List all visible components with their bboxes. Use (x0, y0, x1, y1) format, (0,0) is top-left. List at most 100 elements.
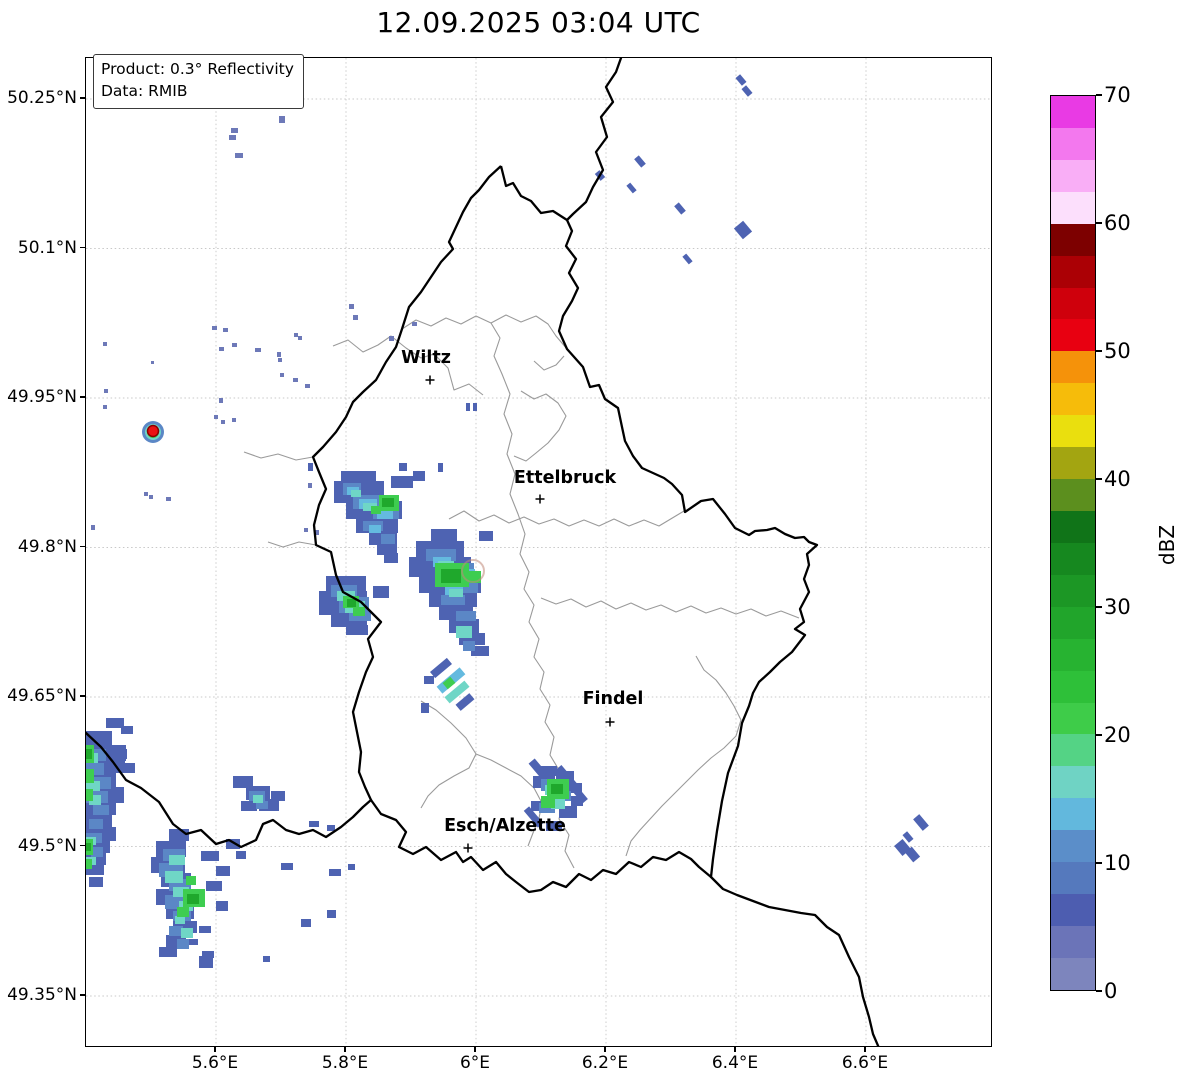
y-tick-mark (80, 396, 85, 398)
radar-echo-cell (175, 916, 185, 924)
x-tick-label: 6.2°E (581, 1053, 629, 1073)
radar-echo-cell (86, 859, 92, 869)
radar-echo-cell (353, 315, 358, 320)
data-source-line: Data: RMIB (101, 82, 188, 101)
radar-echo-cell (216, 901, 228, 911)
colorbar-segment (1051, 510, 1095, 543)
radar-echo-cell (305, 384, 310, 388)
radar-echo-cell (293, 378, 298, 382)
radar-echo-cell (232, 418, 236, 422)
radar-echo-cell (263, 956, 270, 962)
radar-echo-cell (371, 506, 381, 514)
y-tick-label: 49.35°N (7, 985, 77, 1005)
colorbar-segment (1051, 925, 1095, 958)
radar-echo-cell (91, 525, 95, 530)
x-tick-mark (734, 1047, 736, 1052)
colorbar-tick-label: 70 (1104, 83, 1131, 107)
radar-echo-cell (121, 763, 135, 773)
radar-echo-cell (281, 863, 293, 870)
radar-echo-cell (177, 939, 189, 949)
colorbar-segment (1051, 127, 1095, 160)
colorbar-tick-label: 0 (1104, 979, 1118, 1003)
radar-echo-cell (456, 626, 472, 638)
radar-echo-cell (479, 531, 493, 541)
product-line: Product: 0.3° Reflectivity (101, 60, 294, 78)
radar-echo-cell (438, 463, 443, 472)
radar-echo-cell (159, 947, 177, 957)
region-border (513, 390, 567, 462)
radar-echo-cell (298, 336, 302, 340)
region-border (267, 541, 317, 548)
x-tick-mark (604, 1047, 606, 1052)
radar-echo-cell (327, 910, 336, 918)
radar-echo-cell (682, 253, 693, 265)
product-info-box: Product: 0.3° Reflectivity Data: RMIB (93, 54, 304, 109)
colorbar-segment (1051, 447, 1095, 480)
radar-echo-cell (308, 483, 312, 488)
radar-echo-cell (309, 821, 319, 827)
colorbar-segment (1051, 96, 1095, 128)
colorbar-tick-label: 20 (1104, 723, 1131, 747)
radar-echo-cell (111, 749, 127, 759)
y-tick-mark (80, 545, 85, 548)
colorbar-segment (1051, 415, 1095, 448)
x-tick-mark (344, 1047, 346, 1052)
radar-echo-cell (308, 463, 313, 471)
colorbar-segment (1051, 479, 1095, 511)
region-border (448, 510, 685, 527)
colorbar-segment (1051, 766, 1095, 799)
city-marker (535, 494, 545, 504)
radar-echo-cell (212, 326, 217, 330)
y-tick-label: 49.8°N (17, 536, 77, 557)
colorbar-tick-label: 60 (1104, 211, 1131, 235)
radar-echo-cell (232, 343, 237, 347)
radar-echo-cell (201, 851, 219, 861)
radar-echo-cell (412, 322, 417, 326)
radar-echo-cell (349, 304, 354, 309)
radar-echo-cell (86, 789, 93, 801)
y-tick-mark (80, 246, 85, 249)
colorbar-tick-label: 40 (1104, 467, 1131, 491)
y-tick-mark (80, 844, 85, 847)
radar-echo-cell (103, 342, 107, 346)
radar-echo-cell (733, 220, 753, 240)
radar-echo-cell (449, 589, 463, 597)
radar-echo-cell (913, 814, 929, 831)
city-label: Esch/Alzette (444, 816, 566, 836)
colorbar-segment (1051, 351, 1095, 384)
radar-echo-cell (177, 907, 189, 917)
x-tick-label: 5.8°E (321, 1053, 369, 1073)
radar-echo-cell (169, 926, 183, 936)
x-tick-mark (214, 1047, 216, 1052)
radar-echo-cell (348, 864, 355, 870)
radar-echo-cell (294, 333, 298, 337)
radar-echo-cell (413, 471, 425, 481)
radar-echo-cell (181, 928, 193, 938)
radar-echo-cell (384, 553, 398, 563)
radar-echo-cell (674, 202, 686, 215)
y-tick-mark (80, 994, 85, 996)
radar-echo-cell (301, 919, 311, 927)
colorbar-tick-label: 50 (1104, 339, 1131, 363)
radar-echo-cell (329, 869, 341, 876)
radar-echo-cell (430, 657, 452, 679)
radar-echo-cell (151, 361, 154, 364)
radar-echo-cell (231, 128, 238, 133)
x-tick-mark (864, 1047, 866, 1052)
radar-echo-cell (93, 805, 109, 815)
y-tick-label: 50.25°N (7, 88, 77, 108)
radar-echo-cell (86, 749, 92, 759)
radar-echo-cell (431, 529, 457, 541)
radar-echo-cell (327, 825, 335, 831)
colorbar-segment (1051, 734, 1095, 767)
colorbar-segment (1051, 670, 1095, 703)
x-tick-label: 6.6°E (841, 1053, 889, 1073)
radar-site-dot (146, 424, 160, 438)
y-tick-label: 49.5°N (17, 835, 77, 856)
radar-echo-cell (235, 153, 243, 158)
radar-echo-cell (634, 155, 646, 168)
colorbar-tick-mark (1096, 606, 1102, 608)
colorbar-segment (1051, 957, 1095, 990)
colorbar-tick-mark (1096, 222, 1102, 224)
radar-echo-cell (463, 641, 475, 651)
